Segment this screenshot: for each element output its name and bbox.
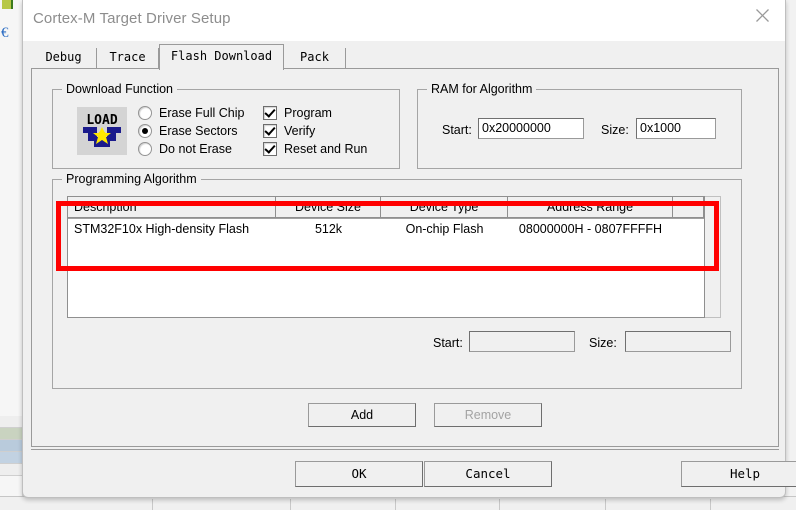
programming-algorithm-title: Programming Algorithm xyxy=(62,172,201,186)
checkbox-label: Verify xyxy=(284,124,316,138)
status-separator xyxy=(290,499,291,510)
radio-label: Erase Sectors xyxy=(159,124,238,138)
radio-label: Erase Full Chip xyxy=(159,106,245,120)
background-row xyxy=(0,416,24,428)
column-header-description[interactable]: Description xyxy=(68,197,276,218)
checkbox-indicator xyxy=(263,124,277,138)
ram-for-algorithm-title: RAM for Algorithm xyxy=(427,82,537,96)
download-function-group: Download Function LOAD Erase Full Chip E… xyxy=(52,82,400,169)
algorithm-start-label: Start: xyxy=(433,336,463,350)
radio-label: Do not Erase xyxy=(159,142,232,156)
editor-background-rows xyxy=(0,416,24,496)
load-icon: LOAD xyxy=(77,107,127,155)
radio-indicator xyxy=(138,142,152,156)
editor-glyph: € xyxy=(1,25,9,41)
tab-flash-download[interactable]: Flash Download xyxy=(159,44,284,70)
programming-algorithm-group: Programming Algorithm Description Device… xyxy=(52,172,742,389)
checkbox-reset-and-run[interactable]: Reset and Run xyxy=(263,140,367,158)
add-button[interactable]: Add xyxy=(308,403,416,427)
tab-strip: Debug Trace Flash Download Pack xyxy=(31,44,779,70)
algorithm-size-label: Size: xyxy=(589,336,617,350)
ram-start-input[interactable]: 0x20000000 xyxy=(478,118,584,139)
ok-button[interactable]: OK xyxy=(295,461,423,487)
dialog-title: Cortex-M Target Driver Setup xyxy=(33,10,231,27)
cell-address-range: 08000000H - 0807FFFFH xyxy=(518,222,663,236)
algorithm-start-input[interactable] xyxy=(469,331,575,352)
cortex-m-target-driver-setup-dialog: Cortex-M Target Driver Setup Debug Trace… xyxy=(22,0,796,498)
checkbox-program[interactable]: Program xyxy=(263,104,332,122)
column-header-address-range[interactable]: Address Range xyxy=(508,197,673,218)
checkbox-indicator xyxy=(263,106,277,120)
tab-trace[interactable]: Trace xyxy=(97,48,159,68)
dialog-title-bar: Cortex-M Target Driver Setup xyxy=(23,0,785,41)
ram-for-algorithm-group: RAM for Algorithm Start: 0x20000000 Size… xyxy=(417,82,742,169)
download-function-title: Download Function xyxy=(62,82,178,96)
radio-indicator xyxy=(138,124,152,138)
svg-text:LOAD: LOAD xyxy=(86,113,117,128)
editor-change-marker xyxy=(2,0,13,9)
cell-description: STM32F10x High-density Flash xyxy=(74,222,250,236)
remove-button: Remove xyxy=(434,403,542,427)
tab-debug[interactable]: Debug xyxy=(31,48,97,68)
background-row xyxy=(0,440,24,452)
checkbox-verify[interactable]: Verify xyxy=(263,122,315,140)
radio-erase-full-chip[interactable]: Erase Full Chip xyxy=(138,104,244,122)
footer-separator xyxy=(31,449,779,450)
radio-erase-sectors[interactable]: Erase Sectors xyxy=(138,122,238,140)
ram-start-label: Start: xyxy=(442,123,472,137)
column-header-device-type[interactable]: Device Type xyxy=(381,197,508,218)
cell-device-type: On-chip Flash xyxy=(405,222,484,236)
programming-algorithm-table[interactable]: Description Device Size Device Type Addr… xyxy=(67,196,705,318)
algorithm-size-input[interactable] xyxy=(625,331,731,352)
help-button[interactable]: Help xyxy=(681,461,796,487)
ram-size-input[interactable]: 0x1000 xyxy=(636,118,716,139)
checkbox-label: Reset and Run xyxy=(284,142,368,156)
status-separator xyxy=(605,499,606,510)
status-separator xyxy=(152,499,153,510)
checkbox-indicator xyxy=(263,142,277,156)
tab-active-gap xyxy=(160,68,283,69)
tab-pack[interactable]: Pack xyxy=(284,48,346,68)
background-row xyxy=(0,428,24,440)
host-status-bar xyxy=(0,496,796,510)
background-row xyxy=(0,464,24,476)
cancel-button[interactable]: Cancel xyxy=(424,461,552,487)
table-scrollbar[interactable] xyxy=(705,196,721,318)
ram-size-label: Size: xyxy=(601,123,629,137)
radio-indicator xyxy=(138,106,152,120)
table-header-row: Description Device Size Device Type Addr… xyxy=(68,197,704,219)
background-row xyxy=(0,452,24,464)
column-header-spacer[interactable] xyxy=(673,197,704,218)
checkbox-label: Program xyxy=(284,106,332,120)
status-separator xyxy=(395,499,396,510)
radio-do-not-erase[interactable]: Do not Erase xyxy=(138,140,232,158)
cell-spacer xyxy=(673,219,704,240)
status-separator xyxy=(710,499,711,510)
cell-device-size: 512k xyxy=(314,222,343,236)
table-row[interactable]: STM32F10x High-density Flash 512k On-chi… xyxy=(68,219,704,240)
dialog-body-panel: Download Function LOAD Erase Full Chip E… xyxy=(31,69,779,447)
close-icon[interactable] xyxy=(739,0,785,30)
column-header-device-size[interactable]: Device Size xyxy=(276,197,381,218)
status-separator xyxy=(499,499,500,510)
